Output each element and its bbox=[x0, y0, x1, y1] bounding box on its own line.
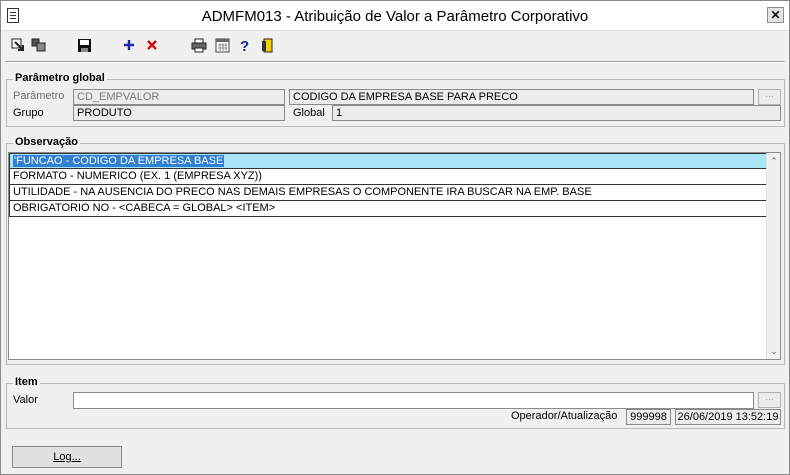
operador-label: Operador/Atualização bbox=[511, 410, 618, 422]
svg-text:?: ? bbox=[240, 38, 249, 53]
list-item[interactable]: FORMATO - NUMERICO (EX. 1 (EMPRESA XYZ)) bbox=[9, 169, 767, 185]
valor-lookup-button[interactable]: ··· bbox=[758, 392, 781, 408]
help-icon: ? bbox=[240, 38, 249, 53]
app-window: ADMFM013 - Atribuição de Valor a Parâmet… bbox=[0, 0, 790, 475]
save-button[interactable] bbox=[75, 36, 93, 54]
toolbar-separator bbox=[5, 61, 785, 63]
export-icon bbox=[11, 38, 24, 51]
add-icon bbox=[124, 40, 134, 50]
window-title: ADMFM013 - Atribuição de Valor a Parâmet… bbox=[201, 8, 589, 25]
log-button-label: Log... bbox=[53, 451, 81, 463]
exit-icon bbox=[262, 38, 273, 52]
scroll-down-icon[interactable]: ⌄ bbox=[769, 345, 779, 357]
help-button[interactable]: ? bbox=[236, 36, 254, 54]
grupo-field[interactable]: PRODUTO bbox=[73, 105, 285, 121]
grupo-label: Grupo bbox=[13, 107, 44, 119]
valor-label: Valor bbox=[13, 394, 38, 406]
toolbar: ? bbox=[1, 32, 789, 58]
print-icon bbox=[191, 38, 207, 52]
list-item[interactable]: OBRIGATORIO NO - <CABECA = GLOBAL> <ITEM… bbox=[9, 201, 767, 217]
vertical-scrollbar[interactable]: ⌃ ⌄ bbox=[766, 153, 780, 359]
parametro-global-title: Parâmetro global bbox=[13, 72, 107, 84]
parametro-lookup-button[interactable]: ··· bbox=[758, 89, 781, 105]
title-bar: ADMFM013 - Atribuição de Valor a Parâmet… bbox=[1, 1, 789, 31]
list-item[interactable]: 'FUNCAO - CODIGO DA EMPRESA BASE bbox=[9, 153, 767, 169]
ellipsis-icon: ··· bbox=[765, 394, 774, 404]
item-title: Item bbox=[13, 376, 40, 388]
list-item[interactable]: UTILIDADE - NA AUSENCIA DO PRECO NAS DEM… bbox=[9, 185, 767, 201]
add-button[interactable] bbox=[120, 36, 138, 54]
export-button[interactable] bbox=[9, 36, 27, 54]
calculator-icon bbox=[215, 38, 229, 52]
copy-button[interactable] bbox=[30, 36, 48, 54]
exit-button[interactable] bbox=[259, 36, 277, 54]
operador-field: 999998 bbox=[626, 409, 671, 425]
copy-icon bbox=[31, 38, 46, 52]
global-label: Global bbox=[293, 107, 325, 119]
scroll-up-icon[interactable]: ⌃ bbox=[769, 155, 779, 167]
parametro-descricao-field[interactable]: CODIGO DA EMPRESA BASE PARA PRECO bbox=[289, 89, 754, 105]
selected-text: 'FUNCAO - CODIGO DA EMPRESA BASE bbox=[13, 155, 225, 167]
atualizacao-field: 26/06/2019 13:52:19 bbox=[675, 409, 781, 425]
observacao-textarea[interactable]: 'FUNCAO - CODIGO DA EMPRESA BASE FORMATO… bbox=[8, 152, 781, 360]
log-button[interactable]: Log... bbox=[12, 446, 122, 468]
ellipsis-icon: ··· bbox=[765, 91, 774, 101]
global-field[interactable]: 1 bbox=[332, 105, 781, 121]
calculator-button[interactable] bbox=[213, 36, 231, 54]
delete-icon bbox=[147, 40, 157, 50]
save-icon bbox=[77, 38, 91, 52]
observacao-title: Observação bbox=[13, 136, 80, 148]
delete-button[interactable] bbox=[143, 36, 161, 54]
print-button[interactable] bbox=[190, 36, 208, 54]
valor-input[interactable] bbox=[73, 392, 754, 409]
parametro-label: Parâmetro bbox=[13, 90, 65, 102]
parametro-field[interactable]: CD_EMPVALOR bbox=[73, 89, 285, 105]
close-button[interactable]: ✕ bbox=[767, 7, 784, 23]
